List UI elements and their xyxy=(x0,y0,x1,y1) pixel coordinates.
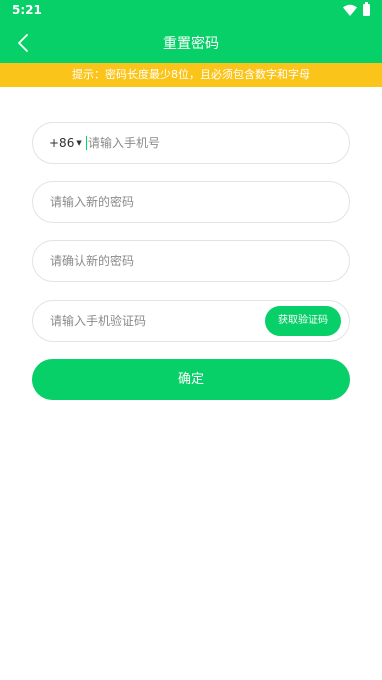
text-cursor xyxy=(86,136,87,150)
confirm-password-input[interactable] xyxy=(50,241,340,281)
status-bar: 5:21 xyxy=(0,0,382,24)
caret-down-icon: ▼ xyxy=(76,139,82,147)
phone-field: +86 ▼ xyxy=(32,122,350,164)
status-icons xyxy=(343,2,370,16)
password-hint-banner: 提示：密码长度最少8位，且必须包含数字和字母 xyxy=(0,63,382,87)
status-time: 5:21 xyxy=(12,3,42,17)
battery-icon xyxy=(363,2,370,16)
sms-code-field: 获取验证码 xyxy=(32,300,350,342)
app-header: 5:21 重置密码 xyxy=(0,0,382,63)
country-code-selector[interactable]: +86 ▼ xyxy=(49,123,82,163)
get-code-button[interactable]: 获取验证码 xyxy=(265,306,341,336)
new-password-field xyxy=(32,181,350,223)
wifi-icon xyxy=(343,4,357,16)
phone-input[interactable] xyxy=(88,123,338,163)
country-code-label: +86 xyxy=(49,136,75,150)
confirm-password-field xyxy=(32,240,350,282)
confirm-button[interactable]: 确定 xyxy=(32,359,350,400)
nav-bar: 重置密码 xyxy=(0,24,382,63)
new-password-input[interactable] xyxy=(50,182,340,222)
sms-code-input[interactable] xyxy=(50,301,250,341)
page-title: 重置密码 xyxy=(163,36,219,52)
